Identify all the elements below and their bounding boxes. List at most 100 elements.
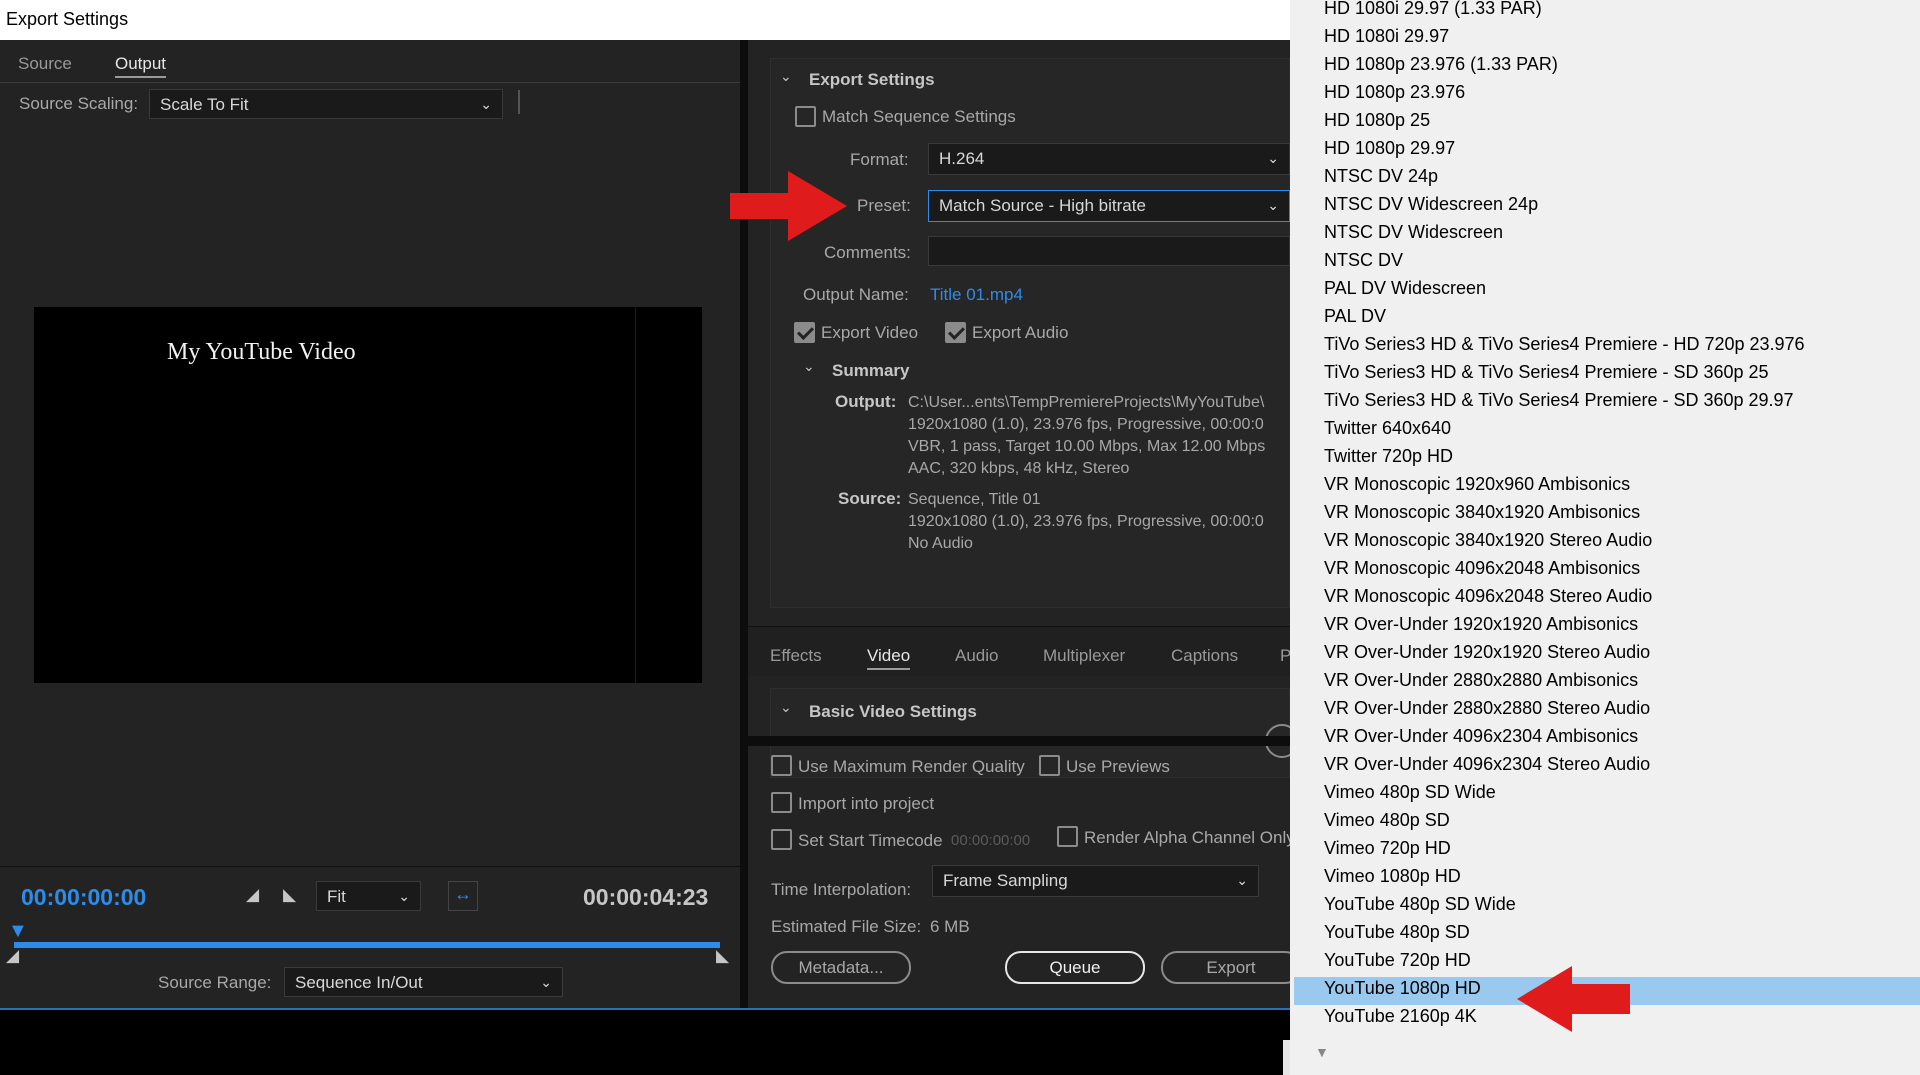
- estimated-size-label: Estimated File Size:: [771, 917, 922, 936]
- queue-button[interactable]: Queue: [1005, 951, 1145, 984]
- summary-output-line: C:\User...ents\TempPremiereProjects\MyYo…: [908, 394, 1265, 411]
- mark-out-icon[interactable]: ◣: [283, 885, 296, 905]
- tab-source[interactable]: Source: [18, 54, 72, 74]
- export-settings-heading: Export Settings: [809, 70, 935, 89]
- preset-option[interactable]: YouTube 480p SD Wide: [1294, 893, 1920, 921]
- chevron-down-icon: ⌄: [398, 888, 410, 904]
- summary-output-label: Output:: [835, 392, 897, 411]
- preset-option[interactable]: NTSC DV Widescreen 24p: [1294, 193, 1920, 221]
- chevron-down-icon[interactable]: ⌄: [780, 699, 792, 716]
- tab-output[interactable]: Output: [115, 54, 167, 78]
- red-arrow-selection-icon: [1517, 966, 1630, 1032]
- use-previews-checkbox[interactable]: [1039, 755, 1060, 776]
- preset-option[interactable]: VR Over-Under 4096x2304 Stereo Audio: [1294, 753, 1920, 781]
- preset-option[interactable]: HD 1080p 29.97: [1294, 137, 1920, 165]
- preset-option[interactable]: VR Monoscopic 1920x960 Ambisonics: [1294, 473, 1920, 501]
- preset-option[interactable]: HD 1080p 23.976: [1294, 81, 1920, 109]
- metadata-button[interactable]: Metadata...: [771, 951, 911, 984]
- preset-option[interactable]: VR Monoscopic 3840x1920 Ambisonics: [1294, 501, 1920, 529]
- summary-source-line: 1920x1080 (1.0), 23.976 fps, Progressive…: [908, 513, 1264, 530]
- time-interpolation-value: Frame Sampling: [943, 871, 1068, 890]
- preview-title-text: My YouTube Video: [167, 339, 356, 365]
- preset-option[interactable]: NTSC DV Widescreen: [1294, 221, 1920, 249]
- preset-option[interactable]: Vimeo 720p HD: [1294, 837, 1920, 865]
- tab-audio[interactable]: Audio: [955, 646, 998, 666]
- time-interpolation-label: Time Interpolation:: [771, 880, 912, 899]
- in-point-icon[interactable]: ◢: [6, 946, 19, 966]
- render-alpha-checkbox[interactable]: [1057, 826, 1078, 847]
- preset-option[interactable]: NTSC DV: [1294, 249, 1920, 277]
- format-select[interactable]: H.264 ⌄: [928, 143, 1290, 175]
- set-start-timecode-checkbox[interactable]: [771, 829, 792, 850]
- chevron-down-icon: ⌄: [1267, 197, 1279, 213]
- preset-option[interactable]: Twitter 720p HD: [1294, 445, 1920, 473]
- chevron-down-icon[interactable]: ⌄: [803, 358, 815, 375]
- zoom-value: Fit: [327, 887, 346, 906]
- preset-option[interactable]: VR Over-Under 2880x2880 Stereo Audio: [1294, 697, 1920, 725]
- preset-option[interactable]: VR Over-Under 1920x1920 Ambisonics: [1294, 613, 1920, 641]
- match-sequence-checkbox[interactable]: [795, 106, 816, 127]
- time-interpolation-select[interactable]: Frame Sampling ⌄: [932, 865, 1259, 897]
- source-range-select[interactable]: Sequence In/Out ⌄: [284, 967, 563, 997]
- tab-effects[interactable]: Effects: [770, 646, 822, 666]
- preset-option[interactable]: VR Over-Under 4096x2304 Ambisonics: [1294, 725, 1920, 753]
- preset-select[interactable]: Match Source - High bitrate ⌄: [928, 190, 1290, 222]
- preset-option[interactable]: VR Monoscopic 3840x1920 Stereo Audio: [1294, 529, 1920, 557]
- preset-option[interactable]: PAL DV: [1294, 305, 1920, 333]
- source-range-label: Source Range:: [158, 973, 272, 992]
- zoom-select[interactable]: Fit ⌄: [316, 881, 421, 911]
- section-divider[interactable]: [748, 736, 1290, 746]
- chevron-down-icon[interactable]: ⌄: [780, 68, 792, 85]
- playhead-icon[interactable]: ▼: [8, 920, 28, 943]
- aspect-ratio-icon[interactable]: ↔: [448, 881, 478, 911]
- preset-option[interactable]: Vimeo 1080p HD: [1294, 865, 1920, 893]
- preset-value: Match Source - High bitrate: [939, 196, 1146, 215]
- timeline-divider: [0, 866, 740, 867]
- chevron-down-icon: ⌄: [540, 974, 552, 990]
- preset-option[interactable]: Vimeo 480p SD: [1294, 809, 1920, 837]
- mark-in-icon[interactable]: ◢: [246, 885, 259, 905]
- preset-option[interactable]: HD 1080i 29.97: [1294, 25, 1920, 53]
- timecode-current[interactable]: 00:00:00:00: [21, 884, 146, 911]
- preset-option[interactable]: NTSC DV 24p: [1294, 165, 1920, 193]
- preset-option[interactable]: YouTube 480p SD: [1294, 921, 1920, 949]
- format-label: Format:: [850, 150, 909, 169]
- timeline-bar[interactable]: [14, 942, 720, 948]
- output-name-link[interactable]: Title 01.mp4: [930, 285, 1023, 305]
- preset-option[interactable]: Vimeo 480p SD Wide: [1294, 781, 1920, 809]
- export-audio-checkbox[interactable]: [945, 322, 966, 343]
- preset-option[interactable]: HD 1080i 29.97 (1.33 PAR): [1294, 0, 1920, 25]
- preset-option[interactable]: VR Monoscopic 4096x2048 Ambisonics: [1294, 557, 1920, 585]
- max-render-quality-checkbox[interactable]: [771, 755, 792, 776]
- import-into-project-checkbox[interactable]: [771, 792, 792, 813]
- source-scaling-select[interactable]: Scale To Fit ⌄: [149, 89, 503, 119]
- tab-multiplexer[interactable]: Multiplexer: [1043, 646, 1125, 666]
- comments-input[interactable]: [928, 236, 1290, 266]
- export-audio-label: Export Audio: [972, 323, 1069, 342]
- out-point-icon[interactable]: ◣: [716, 946, 729, 966]
- max-render-quality-label: Use Maximum Render Quality: [798, 757, 1025, 776]
- preset-option[interactable]: PAL DV Widescreen: [1294, 277, 1920, 305]
- start-timecode-field[interactable]: 00:00:00:00: [951, 832, 1030, 849]
- preset-option[interactable]: Twitter 640x640: [1294, 417, 1920, 445]
- preset-option[interactable]: VR Over-Under 1920x1920 Stereo Audio: [1294, 641, 1920, 669]
- video-preview: My YouTube Video: [34, 307, 702, 683]
- source-scaling-label: Source Scaling:: [19, 94, 139, 113]
- export-video-checkbox[interactable]: [794, 322, 815, 343]
- summary-source-label: Source:: [838, 489, 902, 508]
- preset-option[interactable]: VR Monoscopic 4096x2048 Stereo Audio: [1294, 585, 1920, 613]
- output-name-label: Output Name:: [803, 285, 909, 304]
- preset-dropdown-list[interactable]: HD 1080i 29.97 (1.33 PAR) HD 1080i 29.97 H…: [1290, 0, 1920, 1075]
- preset-option[interactable]: TiVo Series3 HD & TiVo Series4 Premiere …: [1294, 333, 1920, 361]
- preset-option[interactable]: TiVo Series3 HD & TiVo Series4 Premiere …: [1294, 389, 1920, 417]
- tab-video[interactable]: Video: [867, 646, 911, 670]
- preset-option[interactable]: TiVo Series3 HD & TiVo Series4 Premiere …: [1294, 361, 1920, 389]
- tab-captions[interactable]: Captions: [1171, 646, 1238, 666]
- scroll-down-icon[interactable]: ▼: [1315, 1044, 1329, 1060]
- export-button[interactable]: Export: [1161, 951, 1301, 984]
- preset-option[interactable]: VR Over-Under 2880x2880 Ambisonics: [1294, 669, 1920, 697]
- use-previews-label: Use Previews: [1066, 757, 1170, 776]
- preset-option[interactable]: HD 1080p 23.976 (1.33 PAR): [1294, 53, 1920, 81]
- preset-option[interactable]: HD 1080p 25: [1294, 109, 1920, 137]
- summary-output-line: VBR, 1 pass, Target 10.00 Mbps, Max 12.0…: [908, 438, 1266, 455]
